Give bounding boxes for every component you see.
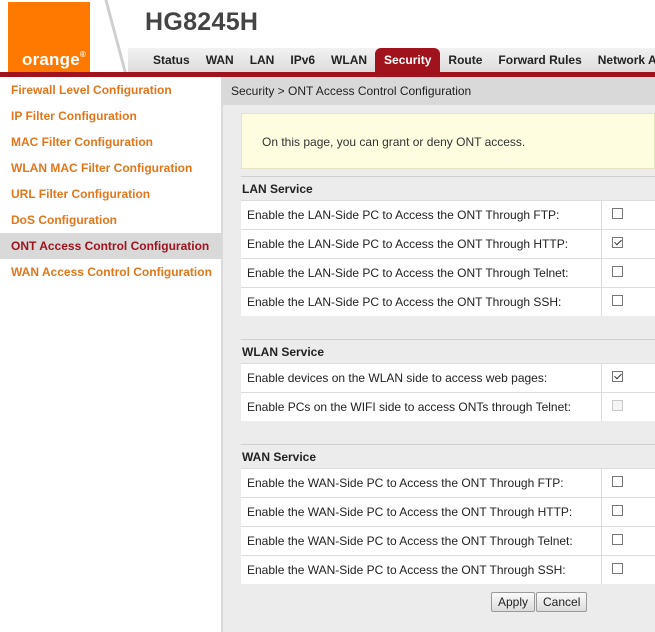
row-label: Enable the WAN-Side PC to Access the ONT…	[247, 476, 564, 490]
sidebar-item-mac-filter[interactable]: MAC Filter Configuration	[0, 129, 221, 155]
sidebar-item-dos[interactable]: DoS Configuration	[0, 207, 221, 233]
lan-ssh-checkbox[interactable]	[612, 295, 623, 306]
lan-telnet-checkbox[interactable]	[612, 266, 623, 277]
sidebar-item-firewall-level[interactable]: Firewall Level Configuration	[0, 77, 221, 103]
tab-status[interactable]: Status	[145, 48, 198, 72]
wlan-web-checkbox[interactable]	[612, 371, 623, 382]
lan-http-checkbox[interactable]	[612, 237, 623, 248]
orange-logo: orange®	[8, 2, 90, 74]
row-label: Enable the LAN-Side PC to Access the ONT…	[247, 266, 569, 280]
section-title-wan: WAN Service	[241, 444, 655, 468]
row-label: Enable the LAN-Side PC to Access the ONT…	[247, 208, 560, 222]
tab-security[interactable]: Security	[375, 48, 441, 72]
sidebar-item-ip-filter[interactable]: IP Filter Configuration	[0, 103, 221, 129]
lan-ftp-row: Enable the LAN-Side PC to Access the ONT…	[241, 200, 655, 229]
wan-http-checkbox[interactable]	[612, 505, 623, 516]
row-label: Enable the LAN-Side PC to Access the ONT…	[247, 237, 569, 251]
sidebar-item-ont-access-control[interactable]: ONT Access Control Configuration	[0, 233, 221, 259]
tab-ipv6[interactable]: IPv6	[282, 48, 323, 72]
tab-network-application[interactable]: Network A	[590, 48, 655, 72]
row-label: Enable the WAN-Side PC to Access the ONT…	[247, 563, 566, 577]
row-label: Enable the WAN-Side PC to Access the ONT…	[247, 534, 573, 548]
info-message: On this page, you can grant or deny ONT …	[241, 113, 655, 169]
wan-http-row: Enable the WAN-Side PC to Access the ONT…	[241, 497, 655, 526]
header-divider-slash	[104, 0, 128, 72]
wlan-telnet-checkbox	[612, 400, 623, 411]
tab-wlan[interactable]: WLAN	[323, 48, 375, 72]
lan-ssh-row: Enable the LAN-Side PC to Access the ONT…	[241, 287, 655, 316]
wan-ssh-checkbox[interactable]	[612, 563, 623, 574]
cancel-button[interactable]: Cancel	[536, 592, 588, 612]
sidebar-item-url-filter[interactable]: URL Filter Configuration	[0, 181, 221, 207]
device-model: HG8245H	[145, 8, 259, 36]
lan-http-row: Enable the LAN-Side PC to Access the ONT…	[241, 229, 655, 258]
lan-telnet-row: Enable the LAN-Side PC to Access the ONT…	[241, 258, 655, 287]
section-title-wlan: WLAN Service	[241, 339, 655, 363]
row-label: Enable the WAN-Side PC to Access the ONT…	[247, 505, 573, 519]
wan-telnet-row: Enable the WAN-Side PC to Access the ONT…	[241, 526, 655, 555]
tab-forward-rules[interactable]: Forward Rules	[490, 48, 589, 72]
wan-ssh-row: Enable the WAN-Side PC to Access the ONT…	[241, 555, 655, 584]
wan-telnet-checkbox[interactable]	[612, 534, 623, 545]
tab-route[interactable]: Route	[440, 48, 490, 72]
header: orange® HG8245H Status WAN LAN IPv6 WLAN…	[0, 0, 655, 78]
row-label: Enable the LAN-Side PC to Access the ONT…	[247, 295, 562, 309]
sidebar-item-wan-access-control[interactable]: WAN Access Control Configuration	[0, 259, 221, 285]
logo-trademark: ®	[79, 50, 86, 59]
section-title-lan: LAN Service	[241, 176, 655, 200]
wan-ftp-checkbox[interactable]	[612, 476, 623, 487]
tab-lan[interactable]: LAN	[242, 48, 283, 72]
button-bar: Apply Cancel	[241, 584, 655, 618]
main-content: Security > ONT Access Control Configurat…	[223, 77, 655, 632]
wlan-telnet-row: Enable PCs on the WIFI side to access ON…	[241, 392, 655, 421]
breadcrumb: Security > ONT Access Control Configurat…	[223, 77, 655, 105]
wan-ftp-row: Enable the WAN-Side PC to Access the ONT…	[241, 468, 655, 497]
sidebar-item-wlan-mac-filter[interactable]: WLAN MAC Filter Configuration	[0, 155, 221, 181]
wlan-web-row: Enable devices on the WLAN side to acces…	[241, 363, 655, 392]
apply-button[interactable]: Apply	[491, 592, 536, 612]
row-label: Enable PCs on the WIFI side to access ON…	[247, 400, 571, 414]
logo-text: orange	[22, 50, 80, 69]
row-label: Enable devices on the WLAN side to acces…	[247, 371, 548, 385]
tab-wan[interactable]: WAN	[198, 48, 242, 72]
main-nav: Status WAN LAN IPv6 WLAN Security Route …	[145, 47, 655, 72]
lan-ftp-checkbox[interactable]	[612, 208, 623, 219]
sidebar: Firewall Level Configuration IP Filter C…	[0, 77, 221, 632]
